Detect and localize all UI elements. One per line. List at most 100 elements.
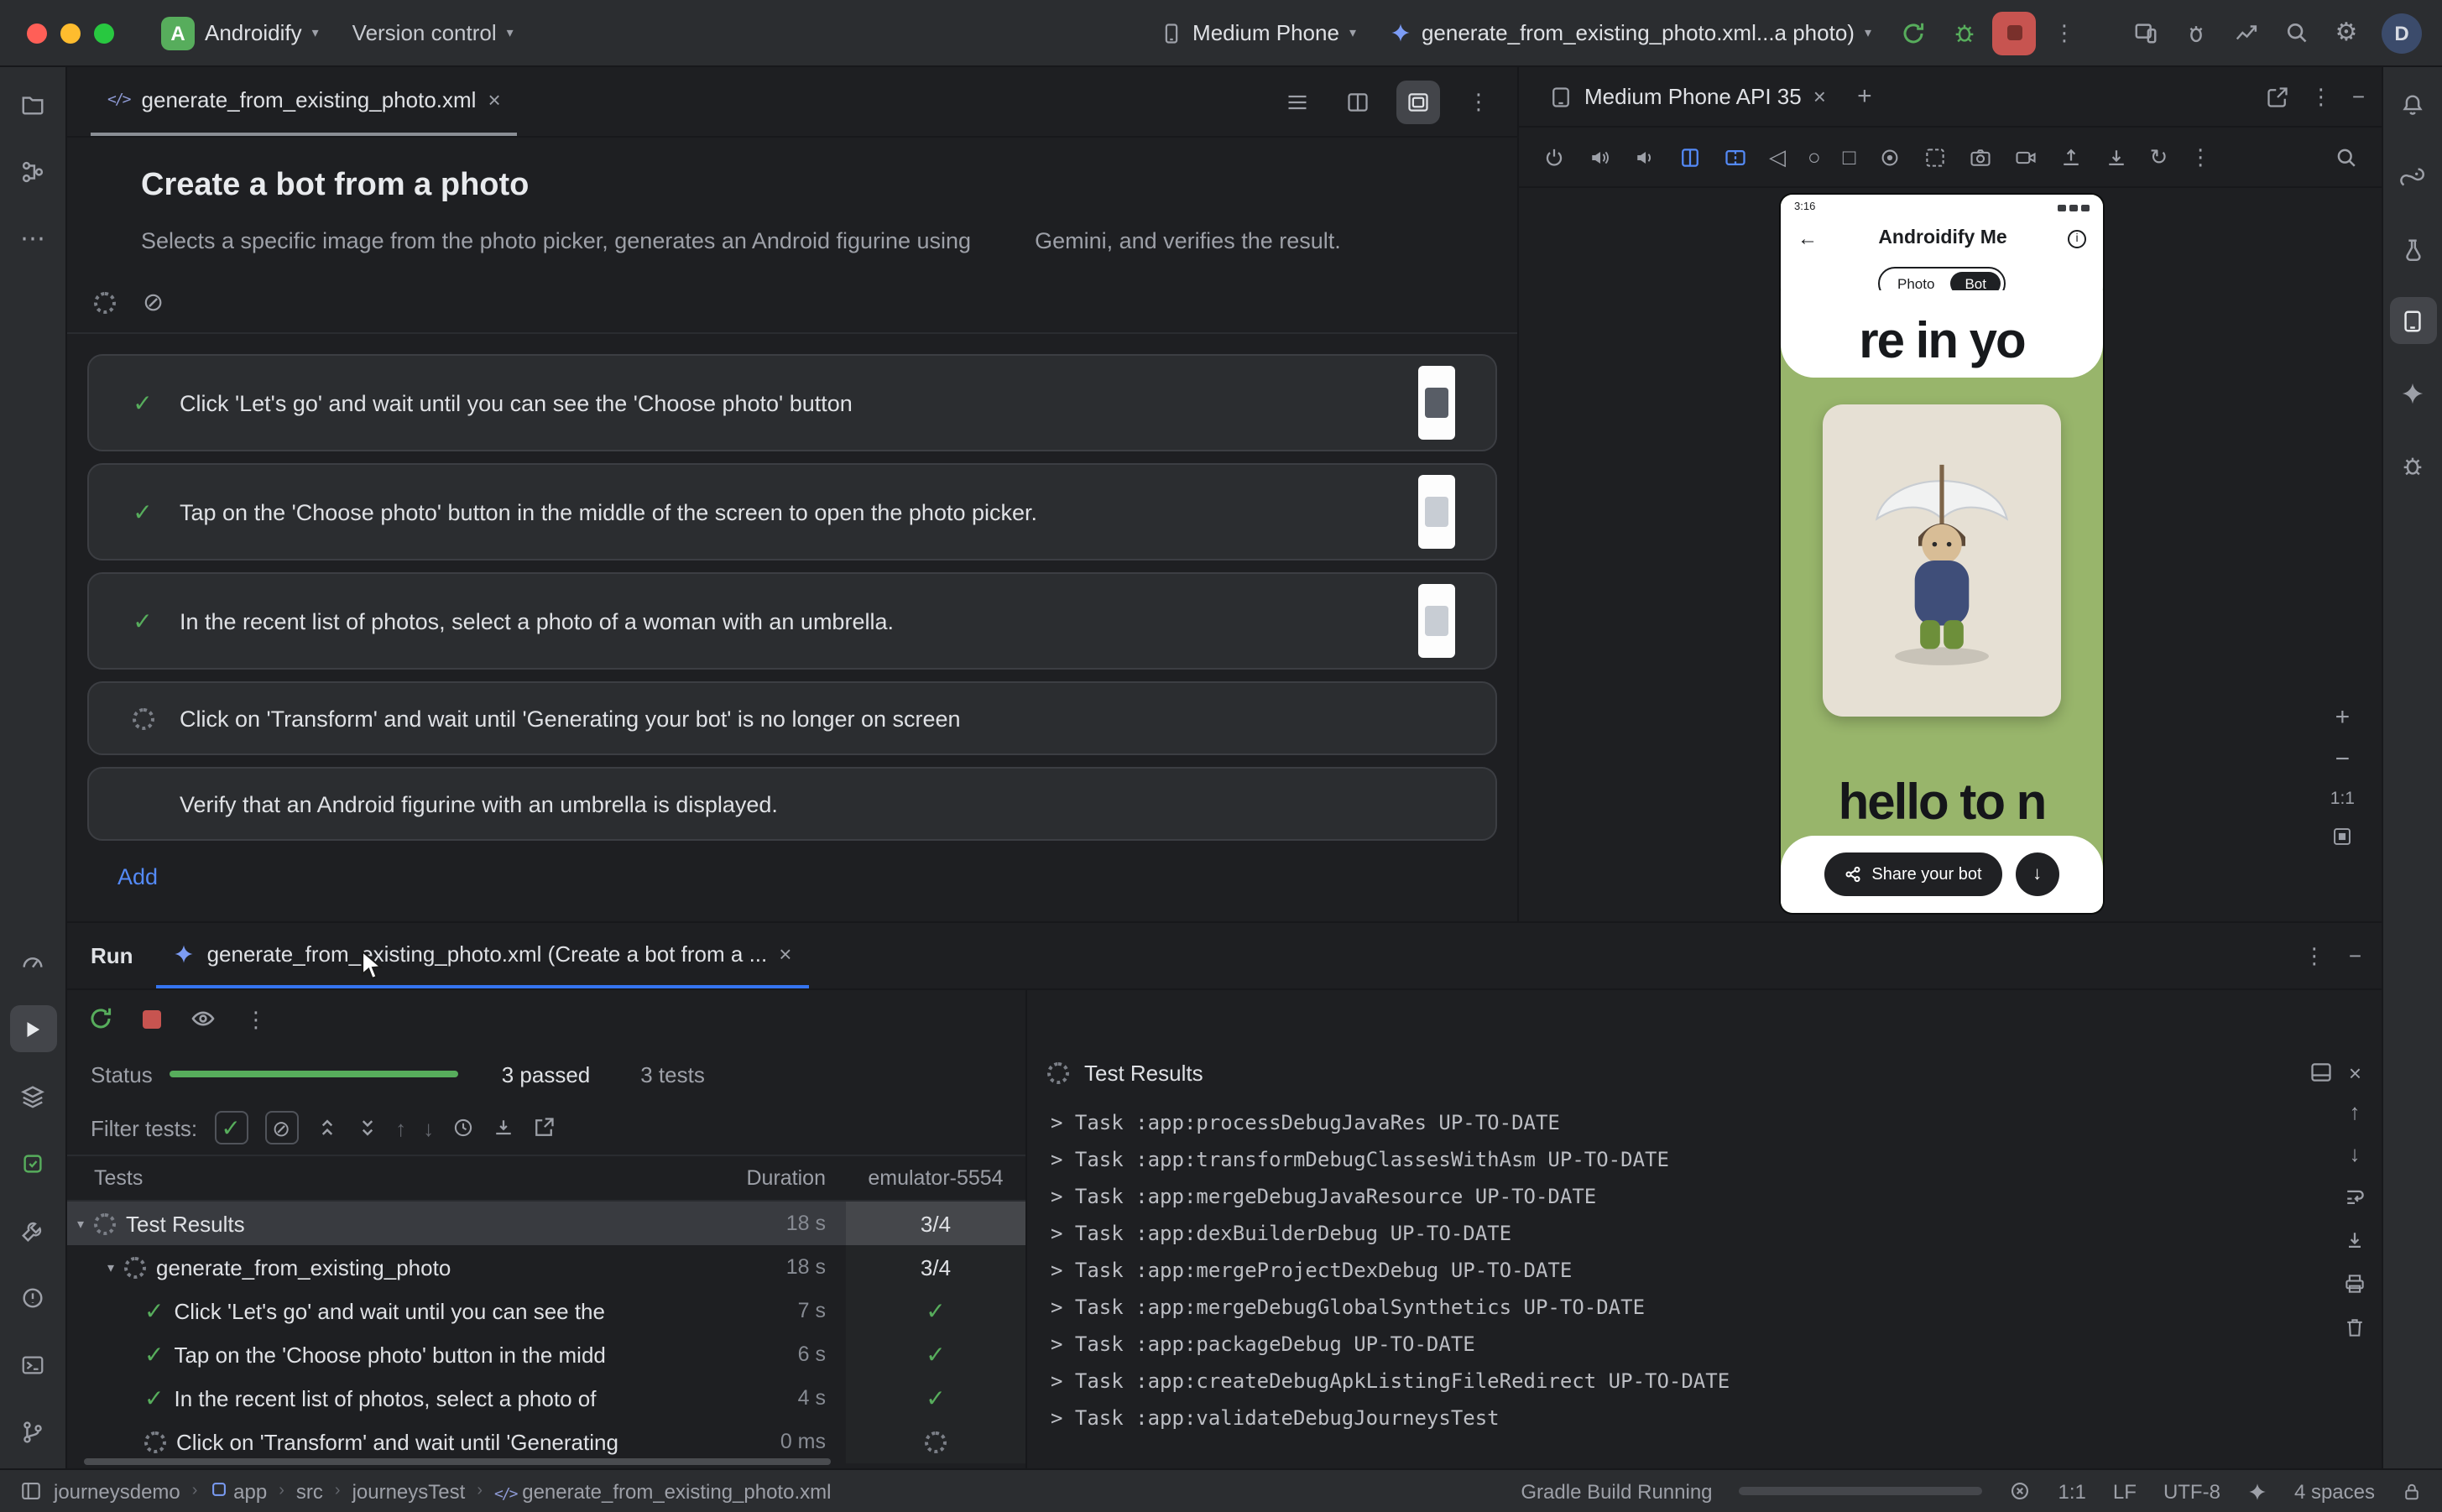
close-window-button[interactable] [27, 23, 47, 43]
run-more-options-icon[interactable]: ⋮ [2304, 945, 2325, 967]
device-mirroring-icon[interactable] [2123, 11, 2167, 55]
tool-window-widget-icon[interactable] [20, 1480, 42, 1502]
more-actions-button[interactable]: ⋮ [2043, 11, 2086, 55]
power-icon[interactable] [1542, 145, 1566, 169]
structure-tool-icon[interactable] [9, 148, 56, 195]
screen-search-icon[interactable] [2335, 145, 2358, 169]
back-nav-icon[interactable]: ◁ [1769, 146, 1786, 168]
user-avatar[interactable]: D [2382, 13, 2422, 53]
collapse-all-icon[interactable] [355, 1116, 378, 1139]
minimize-panel-icon[interactable]: − [2349, 945, 2361, 967]
horizontal-scrollbar[interactable] [84, 1458, 832, 1465]
test-tree-row[interactable]: Click on 'Transform' and wait until 'Gen… [67, 1420, 1025, 1463]
print-icon[interactable] [2343, 1272, 2366, 1296]
search-everywhere-button[interactable] [2274, 11, 2318, 55]
device-tab[interactable]: Medium Phone API 35 × [1536, 67, 1839, 126]
close-icon[interactable]: × [488, 87, 500, 112]
breadcrumb-project[interactable]: journeysdemo [54, 1479, 180, 1503]
console-output[interactable]: > Task :app:processDebugJavaRes UP-TO-DA… [1027, 1098, 2382, 1436]
scroll-up-icon[interactable]: ↑ [2350, 1101, 2361, 1123]
import-results-icon[interactable] [491, 1116, 514, 1139]
build-variants-tool-icon[interactable] [9, 1139, 56, 1186]
record-video-icon[interactable] [2013, 145, 2037, 169]
download-bot-button[interactable]: ↓ [2016, 852, 2059, 896]
journey-step[interactable]: ✓ Tap on the 'Choose photo' button in th… [87, 463, 1497, 560]
app-quality-insights-tool-icon[interactable] [2389, 441, 2436, 488]
line-separator[interactable]: LF [2113, 1479, 2137, 1503]
zoom-out-icon[interactable]: − [2335, 747, 2351, 772]
fold-closed-icon[interactable] [1678, 145, 1702, 169]
test-tree-row[interactable]: ▾ generate_from_existing_photo 18 s 3/4 [67, 1245, 1025, 1289]
stop-journey-icon[interactable]: ⊘ [143, 290, 164, 315]
panel-more-options-icon[interactable]: ⋮ [2310, 86, 2332, 107]
services-tool-icon[interactable] [9, 1072, 56, 1119]
gradle-build-status[interactable]: Gradle Build Running [1521, 1479, 1712, 1503]
more-tool-windows-icon[interactable]: ⋯ [9, 215, 56, 262]
duration-column-header[interactable]: Duration [715, 1166, 846, 1190]
step-screenshot-thumbnail[interactable] [1418, 584, 1455, 658]
journey-step[interactable]: ✓ Click 'Let's go' and wait until you ca… [87, 354, 1497, 451]
gemini-tool-icon[interactable] [2389, 369, 2436, 416]
app-inspection-icon[interactable] [2173, 11, 2217, 55]
restart-device-icon[interactable]: ↻ [2149, 146, 2168, 168]
ai-sparkle-icon[interactable] [2247, 1481, 2267, 1501]
settings-button[interactable]: ⚙ [2325, 11, 2368, 55]
volume-up-icon[interactable] [1588, 145, 1611, 169]
next-occurrence-icon[interactable]: ↓ [423, 1117, 434, 1139]
add-step-button[interactable]: Add [117, 864, 158, 889]
minimize-window-button[interactable] [60, 23, 81, 43]
split-view-button[interactable] [1336, 80, 1380, 123]
stop-button[interactable] [1992, 11, 2036, 55]
terminal-tool-icon[interactable] [9, 1341, 56, 1388]
run-toolbar-more-icon[interactable]: ⋮ [245, 1008, 267, 1030]
screenshot-icon[interactable] [1968, 145, 1991, 169]
journey-step[interactable]: Click on 'Transform' and wait until 'Gen… [87, 681, 1497, 755]
minimize-panel-icon[interactable]: − [2352, 86, 2365, 107]
test-tree-row[interactable]: ✓ Tap on the 'Choose photo' button in th… [67, 1332, 1025, 1376]
test-tree-row[interactable]: ▾ Test Results 18 s 3/4 [67, 1202, 1025, 1245]
zoom-in-icon[interactable]: + [2335, 705, 2351, 730]
profiler-tool-icon[interactable] [9, 938, 56, 985]
scroll-down-icon[interactable]: ↓ [2350, 1143, 2361, 1165]
breadcrumb-file[interactable]: </> generate_from_existing_photo.xml [494, 1479, 831, 1503]
back-arrow-icon[interactable]: ← [1798, 227, 1818, 250]
readonly-lock-icon[interactable] [2402, 1481, 2422, 1501]
file-encoding[interactable]: UTF-8 [2163, 1479, 2220, 1503]
watch-options-icon[interactable] [190, 1005, 217, 1032]
volume-down-icon[interactable] [1633, 145, 1657, 169]
profiler-icon[interactable] [2224, 11, 2267, 55]
clear-console-icon[interactable] [2343, 1316, 2366, 1339]
show-ignored-toggle[interactable]: ⊘ [264, 1111, 298, 1144]
running-devices-tool-icon[interactable] [2389, 297, 2436, 344]
test-tree-row[interactable]: ✓ In the recent list of photos, select a… [67, 1376, 1025, 1420]
debug-button[interactable] [1942, 11, 1985, 55]
zoom-level-label[interactable]: 1:1 [2330, 789, 2355, 809]
editor-tab[interactable]: </> generate_from_existing_photo.xml × [91, 67, 518, 136]
expand-all-icon[interactable] [315, 1116, 338, 1139]
zoom-window-button[interactable] [94, 23, 114, 43]
info-icon[interactable]: i [2068, 229, 2086, 248]
device-more-options-icon[interactable]: ⋮ [2189, 146, 2211, 168]
tests-column-header[interactable]: Tests [67, 1166, 715, 1190]
indent-setting[interactable]: 4 spaces [2294, 1479, 2375, 1503]
cancel-build-icon[interactable] [2010, 1480, 2032, 1502]
test-history-icon[interactable] [451, 1116, 474, 1139]
share-bot-button[interactable]: Share your bot [1824, 852, 2001, 896]
vcs-menu[interactable]: Version control ▾ [339, 12, 527, 54]
run-window-title[interactable]: Run [91, 923, 133, 988]
close-console-icon[interactable]: × [2349, 1060, 2361, 1085]
snapshot-settings-icon[interactable] [1923, 145, 1946, 169]
caret-position[interactable]: 1:1 [2058, 1479, 2086, 1503]
show-passed-toggle[interactable]: ✓ [214, 1111, 248, 1144]
project-tool-icon[interactable] [9, 81, 56, 128]
stop-tests-icon[interactable] [143, 1009, 161, 1028]
journey-step[interactable]: Verify that an Android figurine with an … [87, 767, 1497, 841]
gradle-tool-icon[interactable] [2389, 153, 2436, 200]
breadcrumb-journeys-test[interactable]: journeysTest [352, 1479, 466, 1503]
step-screenshot-thumbnail[interactable] [1418, 475, 1455, 549]
close-icon[interactable]: × [1813, 84, 1826, 109]
fold-open-icon[interactable] [1724, 145, 1747, 169]
run-configuration-selector[interactable]: generate_from_existing_photo.xml...a pho… [1376, 12, 1885, 54]
soft-wrap-icon[interactable] [2343, 1185, 2366, 1208]
device-selector[interactable]: Medium Phone ▾ [1145, 12, 1370, 54]
